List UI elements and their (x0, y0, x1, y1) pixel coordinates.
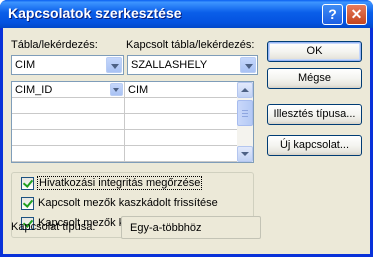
ok-button[interactable]: OK (267, 41, 362, 62)
chevron-down-icon[interactable] (240, 57, 256, 73)
grip-line (242, 113, 248, 114)
chevron-down-icon[interactable] (110, 83, 123, 96)
help-button[interactable]: ? (322, 4, 343, 25)
dialog-title: Kapcsolatok szerkesztése (8, 5, 182, 21)
enforce-integrity-checkbox[interactable]: Hivatkozási integritás megőrzése (21, 176, 221, 191)
help-icon: ? (328, 6, 337, 22)
scroll-down-icon[interactable] (237, 146, 253, 162)
grid-cell-left[interactable] (12, 98, 125, 114)
close-button[interactable]: ✕ (346, 4, 367, 25)
field-mapping-grid[interactable]: CIM_ID CIM (11, 81, 254, 163)
scroll-up-icon[interactable] (237, 82, 253, 98)
grid-cell-left[interactable] (12, 114, 125, 130)
grid-scrollbar[interactable] (237, 82, 253, 162)
related-table-combo-value: SZALLASHELY (131, 59, 208, 71)
relationship-type-value-box: Egy-a-többhöz (121, 216, 261, 239)
related-table-label: Kapcsolt tábla/lekérdezés: (126, 39, 255, 51)
chevron-down-icon[interactable] (106, 57, 122, 73)
grid-cell-right[interactable] (125, 130, 238, 146)
scroll-thumb[interactable] (237, 100, 253, 126)
relationship-type-value: Egy-a-többhöz (130, 222, 202, 234)
table-combo-value: CIM (15, 59, 36, 71)
close-icon: ✕ (350, 6, 363, 22)
cancel-button[interactable]: Mégse (267, 68, 362, 89)
checkbox-checked-icon[interactable] (21, 197, 34, 210)
new-relationship-button[interactable]: Új kapcsolat... (267, 135, 362, 156)
table-query-label: Tábla/lekérdezés: (11, 39, 98, 51)
dialog-body: Tábla/lekérdezés: Kapcsolt tábla/lekérde… (3, 28, 370, 254)
enforce-integrity-label: Hivatkozási integritás megőrzése (36, 176, 203, 190)
cascade-update-label: Kapcsolt mezők kaszkádolt frissítése (38, 197, 218, 209)
related-table-combo[interactable]: SZALLASHELY (127, 55, 258, 75)
grid-cell-right[interactable] (125, 114, 238, 130)
grid-cell-right[interactable] (125, 146, 238, 162)
grid-cell-right[interactable] (125, 98, 238, 114)
grid-cell-left[interactable] (12, 130, 125, 146)
table-combo[interactable]: CIM (11, 55, 124, 75)
grid-cell-text: CIM (128, 84, 149, 96)
grid-cell-left[interactable] (12, 146, 125, 162)
grip-line (242, 116, 248, 117)
grid-cell-text: CIM_ID (15, 84, 53, 96)
grid-cell-right[interactable]: CIM (125, 82, 238, 98)
checkbox-checked-icon[interactable] (21, 177, 34, 190)
grid-cell-left[interactable]: CIM_ID (12, 82, 125, 98)
dialog-window: Kapcsolatok szerkesztése ? ✕ Tábla/lekér… (0, 0, 373, 257)
title-bar[interactable]: Kapcsolatok szerkesztése ? ✕ (0, 0, 373, 28)
relationship-type-label: Kapcsolat típusa: (11, 221, 96, 233)
cascade-update-checkbox[interactable]: Kapcsolt mezők kaszkádolt frissítése (21, 196, 241, 211)
grip-line (242, 110, 248, 111)
join-type-button[interactable]: Illesztés típusa... (267, 104, 362, 125)
